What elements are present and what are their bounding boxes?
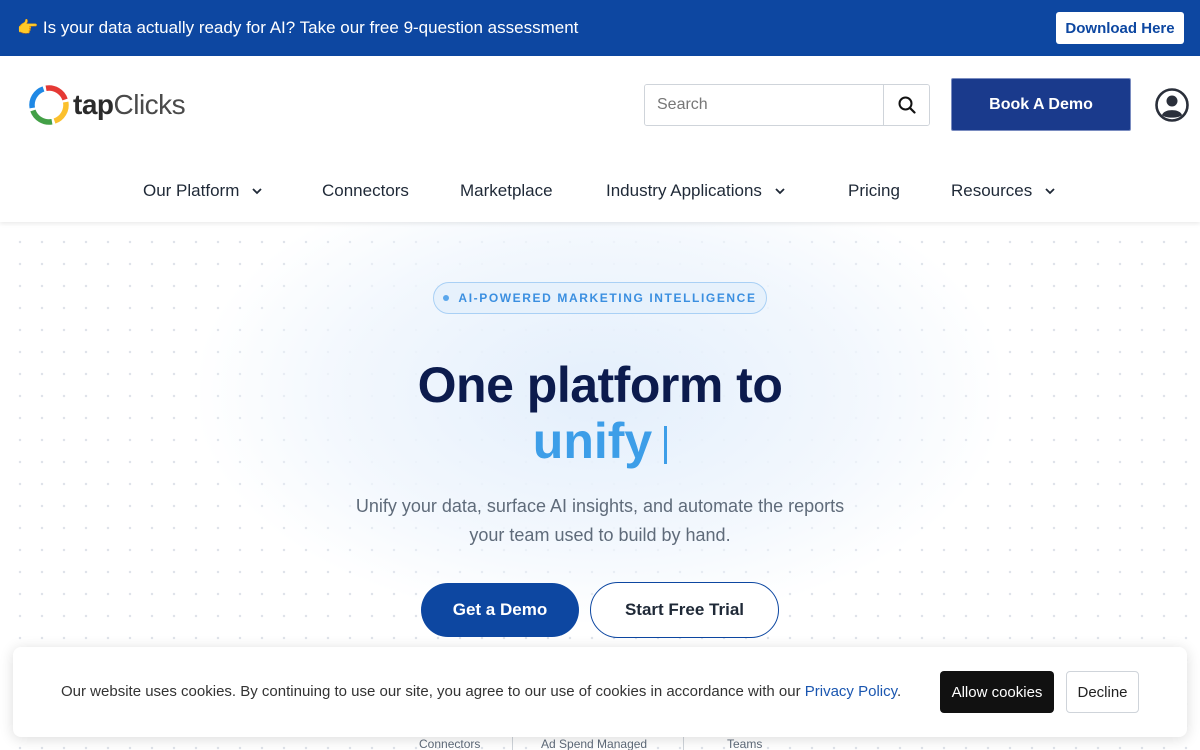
- cookie-consent-banner: Our website uses cookies. By continuing …: [13, 647, 1187, 737]
- hero-stats: Connectors Ad Spend Managed Teams: [0, 736, 1200, 750]
- nav-item-label: Industry Applications: [606, 181, 762, 200]
- nav-item-pricing[interactable]: Pricing: [848, 180, 900, 202]
- user-account-icon[interactable]: [1155, 88, 1189, 122]
- search-button[interactable]: [883, 85, 929, 125]
- announcement-text: 👉 Is your data actually ready for AI? Ta…: [17, 17, 578, 39]
- logo-wordmark: tapClicks: [73, 83, 186, 127]
- chevron-down-icon: [775, 188, 785, 195]
- book-a-demo-button[interactable]: Book A Demo: [951, 78, 1131, 131]
- hero-badge-text: AI-POWERED MARKETING INTELLIGENCE: [458, 291, 757, 305]
- announcement-bar: 👉 Is your data actually ready for AI? Ta…: [0, 0, 1200, 56]
- stat-label-teams: Teams: [727, 737, 763, 750]
- tapclicks-logo[interactable]: tapClicks: [27, 83, 186, 127]
- nav-item-label: Marketplace: [460, 181, 553, 200]
- chevron-down-icon: [1045, 188, 1055, 195]
- nav-item-marketplace[interactable]: Marketplace: [460, 180, 553, 202]
- stat-divider: [512, 736, 513, 750]
- logo-text-clicks: Clicks: [113, 89, 186, 120]
- hero-subtext: Unify your data, surface AI insights, an…: [355, 496, 845, 545]
- site-header: tapClicks Book A Demo Our Platform Conne…: [0, 56, 1200, 222]
- nav-item-resources[interactable]: Resources: [951, 180, 1056, 202]
- cookie-message-text: Our website uses cookies. By continuing …: [61, 683, 801, 700]
- search-form: [644, 84, 930, 126]
- get-a-demo-button[interactable]: Get a Demo: [421, 583, 579, 637]
- download-here-button[interactable]: Download Here: [1056, 12, 1184, 44]
- chevron-down-icon: [252, 188, 262, 195]
- start-free-trial-button[interactable]: Start Free Trial: [590, 582, 779, 638]
- tapclicks-ring-logo-icon: [29, 85, 69, 125]
- hero-rotating-word: unify: [532, 413, 653, 469]
- search-icon: [898, 96, 916, 114]
- stat-divider: [683, 736, 684, 750]
- cookie-message-end: .: [897, 683, 902, 700]
- allow-cookies-button[interactable]: Allow cookies: [940, 671, 1054, 713]
- hero-headline: One platform to: [417, 357, 783, 413]
- typing-cursor: [664, 426, 668, 464]
- nav-item-our-platform[interactable]: Our Platform: [143, 180, 263, 202]
- nav-item-label: Resources: [951, 181, 1033, 200]
- pointing-hand-icon: 👉: [17, 18, 39, 37]
- nav-item-label: Connectors: [322, 181, 409, 200]
- logo-text-tap: tap: [73, 89, 114, 120]
- hero-badge: AI-POWERED MARKETING INTELLIGENCE: [433, 282, 767, 314]
- hero-rotating-line: unify: [0, 411, 1200, 471]
- nav-item-connectors[interactable]: Connectors: [322, 180, 409, 202]
- main-navigation: Our Platform Connectors Marketplace Indu…: [0, 174, 1200, 208]
- nav-item-industry-applications[interactable]: Industry Applications: [606, 180, 786, 202]
- nav-item-label: Pricing: [848, 181, 900, 200]
- stat-label-ad-spend: Ad Spend Managed: [541, 737, 648, 750]
- cookie-message: Our website uses cookies. By continuing …: [61, 682, 901, 702]
- badge-dot-icon: [443, 295, 450, 301]
- decline-cookies-button[interactable]: Decline: [1066, 671, 1139, 713]
- stat-label-connectors: Connectors: [419, 737, 481, 750]
- search-input[interactable]: [645, 85, 884, 125]
- privacy-policy-link[interactable]: Privacy Policy: [805, 683, 897, 700]
- announcement-message: Is your data actually ready for AI? Take…: [42, 18, 579, 37]
- nav-item-label: Our Platform: [143, 181, 240, 200]
